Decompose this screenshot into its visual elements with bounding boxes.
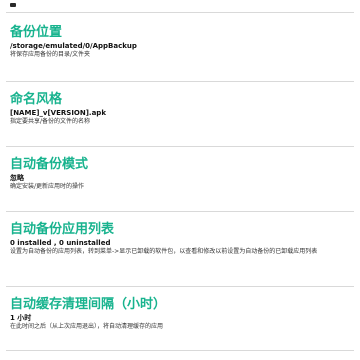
pref-title: 命名风格 xyxy=(10,92,63,107)
pref-title: 自动缓存清理间隔（小时） xyxy=(10,297,167,312)
divider xyxy=(6,12,354,13)
pref-backup-location[interactable]: 备份位置 /storage/emulated/0/AppBackup 将保存应用… xyxy=(10,25,350,59)
pref-value: 1 小时 xyxy=(10,314,32,322)
divider xyxy=(6,211,354,212)
pref-naming-style[interactable]: 命名风格 [NAME]_v[VERSION].apk 指定要共享/备份的文件的名… xyxy=(10,92,350,126)
pref-value: [NAME]_v[VERSION].apk xyxy=(10,109,106,117)
pref-description: 将保存应用备份的目录/文件夹 xyxy=(10,51,91,58)
divider xyxy=(6,350,354,351)
pref-value: 0 installed , 0 uninstalled xyxy=(10,239,111,247)
pref-value: /storage/emulated/0/AppBackup xyxy=(10,42,137,50)
divider xyxy=(6,81,354,82)
pref-value: 忽略 xyxy=(10,174,24,182)
pref-auto-cache-clean-interval[interactable]: 自动缓存清理间隔（小时） 1 小时 在此时间之后（从上次应用退出），将自动清理缓… xyxy=(10,297,350,331)
pref-description: 指定要共享/备份的文件的名称 xyxy=(10,118,91,125)
pref-description: 设置为自动备份的应用列表，转到菜单->显示已卸载的软件包，以查看和修改以前设置为… xyxy=(10,248,318,255)
divider xyxy=(6,286,354,287)
divider xyxy=(6,146,354,147)
pref-title: 备份位置 xyxy=(10,25,63,40)
pref-auto-backup-app-list[interactable]: 自动备份应用列表 0 installed , 0 uninstalled 设置为… xyxy=(10,222,350,256)
pref-title: 自动备份应用列表 xyxy=(10,222,115,237)
settings-screen: 备份位置 /storage/emulated/0/AppBackup 将保存应用… xyxy=(0,0,360,360)
clipped-text-fragment xyxy=(10,3,18,9)
pref-description: 确定安装/更新应用时的操作 xyxy=(10,183,85,190)
pref-title: 自动备份模式 xyxy=(10,157,89,172)
pref-description: 在此时间之后（从上次应用退出），将自动清理缓存的应用 xyxy=(10,323,164,330)
pref-auto-backup-mode[interactable]: 自动备份模式 忽略 确定安装/更新应用时的操作 xyxy=(10,157,350,191)
